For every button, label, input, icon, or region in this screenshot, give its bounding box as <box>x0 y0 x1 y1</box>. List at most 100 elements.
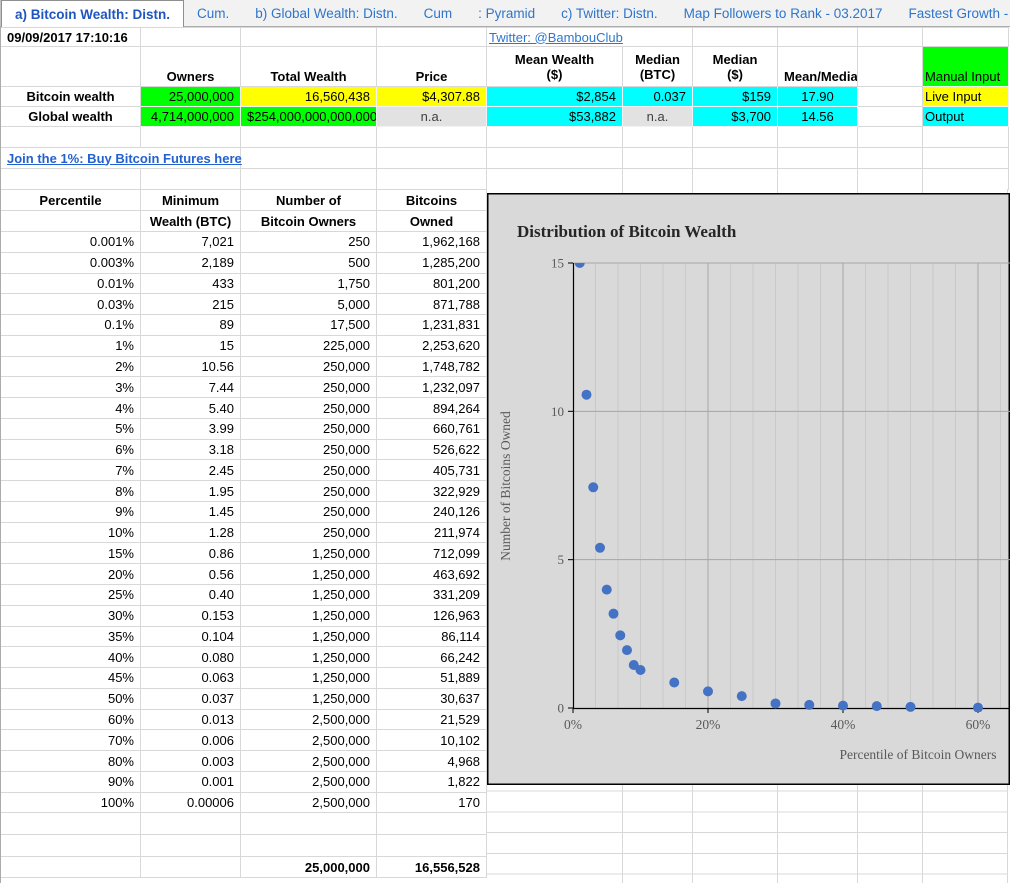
cell-number-of-owners[interactable]: 225,000 <box>241 335 377 356</box>
cell-number-of-owners[interactable]: 2,500,000 <box>241 751 377 772</box>
cell-bitcoins-owned[interactable]: 1,748,782 <box>377 356 487 377</box>
cell-min-wealth-btc[interactable]: 0.001 <box>141 771 241 792</box>
header-price[interactable]: Price <box>377 47 487 87</box>
cell-bitcoins-owned[interactable]: 126,963 <box>377 605 487 626</box>
cell-number-of-owners[interactable]: 250 <box>241 232 377 253</box>
row-label-global-wealth[interactable]: Global wealth <box>1 107 141 127</box>
cell-number-of-owners[interactable]: 2,500,000 <box>241 771 377 792</box>
cell-min-wealth-btc[interactable]: 10.56 <box>141 356 241 377</box>
cell-min-wealth-btc[interactable]: 3.18 <box>141 439 241 460</box>
tab-bitcoin-wealth-distn[interactable]: a) Bitcoin Wealth: Distn. <box>1 0 184 27</box>
tab-cum2[interactable]: Cum <box>411 0 466 26</box>
header-mean-wealth[interactable]: Mean Wealth ($) <box>487 47 623 87</box>
global-median-usd-cell[interactable]: $3,700 <box>693 107 778 127</box>
cell-bitcoins-owned[interactable]: 240,126 <box>377 501 487 522</box>
cell-min-wealth-btc[interactable]: 0.080 <box>141 647 241 668</box>
twitter-link[interactable]: Twitter: @BambouClub <box>489 30 623 45</box>
cell-number-of-owners[interactable]: 5,000 <box>241 294 377 315</box>
cell-bitcoins-owned[interactable]: 170 <box>377 792 487 813</box>
header-total-wealth[interactable]: Total Wealth <box>241 47 377 87</box>
cell-bitcoins-owned[interactable]: 30,637 <box>377 688 487 709</box>
cell-number-of-owners[interactable]: 250,000 <box>241 501 377 522</box>
cell-number-of-owners[interactable]: 250,000 <box>241 377 377 398</box>
cell-percentile[interactable]: 45% <box>1 668 141 689</box>
cell-percentile[interactable]: 15% <box>1 543 141 564</box>
header-owners[interactable]: Owners <box>141 47 241 87</box>
col-header-owned[interactable]: Owned <box>377 211 487 232</box>
cell-min-wealth-btc[interactable]: 0.037 <box>141 688 241 709</box>
cell-bitcoins-owned[interactable]: 1,285,200 <box>377 252 487 273</box>
col-header-bitcoin-owners[interactable]: Bitcoin Owners <box>241 211 377 232</box>
cell-min-wealth-btc[interactable]: 0.063 <box>141 668 241 689</box>
cell-number-of-owners[interactable]: 250,000 <box>241 522 377 543</box>
legend-manual-input[interactable]: Manual Input <box>923 47 1009 87</box>
cell-bitcoins-owned[interactable]: 463,692 <box>377 564 487 585</box>
cell-percentile[interactable]: 4% <box>1 398 141 419</box>
cell-percentile[interactable]: 25% <box>1 585 141 606</box>
cell-number-of-owners[interactable]: 2,500,000 <box>241 730 377 751</box>
cell-number-of-owners[interactable]: 1,250,000 <box>241 605 377 626</box>
global-price-cell[interactable]: n.a. <box>377 107 487 127</box>
cell-min-wealth-btc[interactable]: 1.28 <box>141 522 241 543</box>
cell-number-of-owners[interactable]: 250,000 <box>241 460 377 481</box>
cell-number-of-owners[interactable]: 17,500 <box>241 315 377 336</box>
total-owners-cell[interactable]: 25,000,000 <box>241 857 377 878</box>
cell-min-wealth-btc[interactable]: 7,021 <box>141 232 241 253</box>
col-header-percentile[interactable]: Percentile <box>1 190 141 211</box>
cell-bitcoins-owned[interactable]: 211,974 <box>377 522 487 543</box>
cell-number-of-owners[interactable]: 500 <box>241 252 377 273</box>
cell-number-of-owners[interactable]: 2,500,000 <box>241 792 377 813</box>
cell-bitcoins-owned[interactable]: 894,264 <box>377 398 487 419</box>
cell-bitcoins-owned[interactable]: 331,209 <box>377 585 487 606</box>
cell-percentile[interactable]: 0.03% <box>1 294 141 315</box>
cell-bitcoins-owned[interactable]: 660,761 <box>377 418 487 439</box>
cell-min-wealth-btc[interactable]: 0.86 <box>141 543 241 564</box>
col-header-number-of[interactable]: Number of <box>241 190 377 211</box>
bitcoin-total-wealth-cell[interactable]: 16,560,438 <box>241 87 377 107</box>
cell-bitcoins-owned[interactable]: 1,232,097 <box>377 377 487 398</box>
cell-min-wealth-btc[interactable]: 0.104 <box>141 626 241 647</box>
cell-bitcoins-owned[interactable]: 1,822 <box>377 771 487 792</box>
cell-min-wealth-btc[interactable]: 7.44 <box>141 377 241 398</box>
cell-percentile[interactable]: 50% <box>1 688 141 709</box>
buy-bitcoin-futures-link[interactable]: Join the 1%: Buy Bitcoin Futures here <box>7 151 242 166</box>
global-median-btc-cell[interactable]: n.a. <box>623 107 693 127</box>
cell-bitcoins-owned[interactable]: 871,788 <box>377 294 487 315</box>
cell-bitcoins-owned[interactable]: 10,102 <box>377 730 487 751</box>
cell-percentile[interactable]: 100% <box>1 792 141 813</box>
cell-bitcoins-owned[interactable]: 51,889 <box>377 668 487 689</box>
cell-bitcoins-owned[interactable]: 526,622 <box>377 439 487 460</box>
cell-min-wealth-btc[interactable]: 0.006 <box>141 730 241 751</box>
cell-bitcoins-owned[interactable]: 66,242 <box>377 647 487 668</box>
cell-percentile[interactable]: 35% <box>1 626 141 647</box>
tab-pyramid[interactable]: : Pyramid <box>465 0 548 26</box>
cell-number-of-owners[interactable]: 1,250,000 <box>241 585 377 606</box>
cell-percentile[interactable]: 20% <box>1 564 141 585</box>
cell-percentile[interactable]: 0.001% <box>1 232 141 253</box>
cell-bitcoins-owned[interactable]: 1,962,168 <box>377 232 487 253</box>
bitcoin-price-cell[interactable]: $4,307.88 <box>377 87 487 107</box>
cell-bitcoins-owned[interactable]: 1,231,831 <box>377 315 487 336</box>
cell-percentile[interactable]: 3% <box>1 377 141 398</box>
cell-percentile[interactable]: 10% <box>1 522 141 543</box>
global-mean-wealth-cell[interactable]: $53,882 <box>487 107 623 127</box>
tab-map-followers[interactable]: Map Followers to Rank - 03.2017 <box>671 0 896 26</box>
cell-bitcoins-owned[interactable]: 405,731 <box>377 460 487 481</box>
cell-min-wealth-btc[interactable]: 2.45 <box>141 460 241 481</box>
cell-percentile[interactable]: 30% <box>1 605 141 626</box>
cell-number-of-owners[interactable]: 250,000 <box>241 439 377 460</box>
cell-min-wealth-btc[interactable]: 2,189 <box>141 252 241 273</box>
bitcoin-owners-cell[interactable]: 25,000,000 <box>141 87 241 107</box>
cell-percentile[interactable]: 7% <box>1 460 141 481</box>
cell-percentile[interactable]: 6% <box>1 439 141 460</box>
cell-min-wealth-btc[interactable]: 0.56 <box>141 564 241 585</box>
tab-fastest-growth[interactable]: Fastest Growth - 07.17 <box>896 0 1010 26</box>
cell-min-wealth-btc[interactable]: 1.95 <box>141 481 241 502</box>
bitcoin-median-usd-cell[interactable]: $159 <box>693 87 778 107</box>
legend-output[interactable]: Output <box>923 107 1009 127</box>
cell-min-wealth-btc[interactable]: 15 <box>141 335 241 356</box>
cell-number-of-owners[interactable]: 250,000 <box>241 418 377 439</box>
cell-number-of-owners[interactable]: 250,000 <box>241 481 377 502</box>
cell-bitcoins-owned[interactable]: 21,529 <box>377 709 487 730</box>
tab-twitter-distn[interactable]: c) Twitter: Distn. <box>548 0 671 26</box>
